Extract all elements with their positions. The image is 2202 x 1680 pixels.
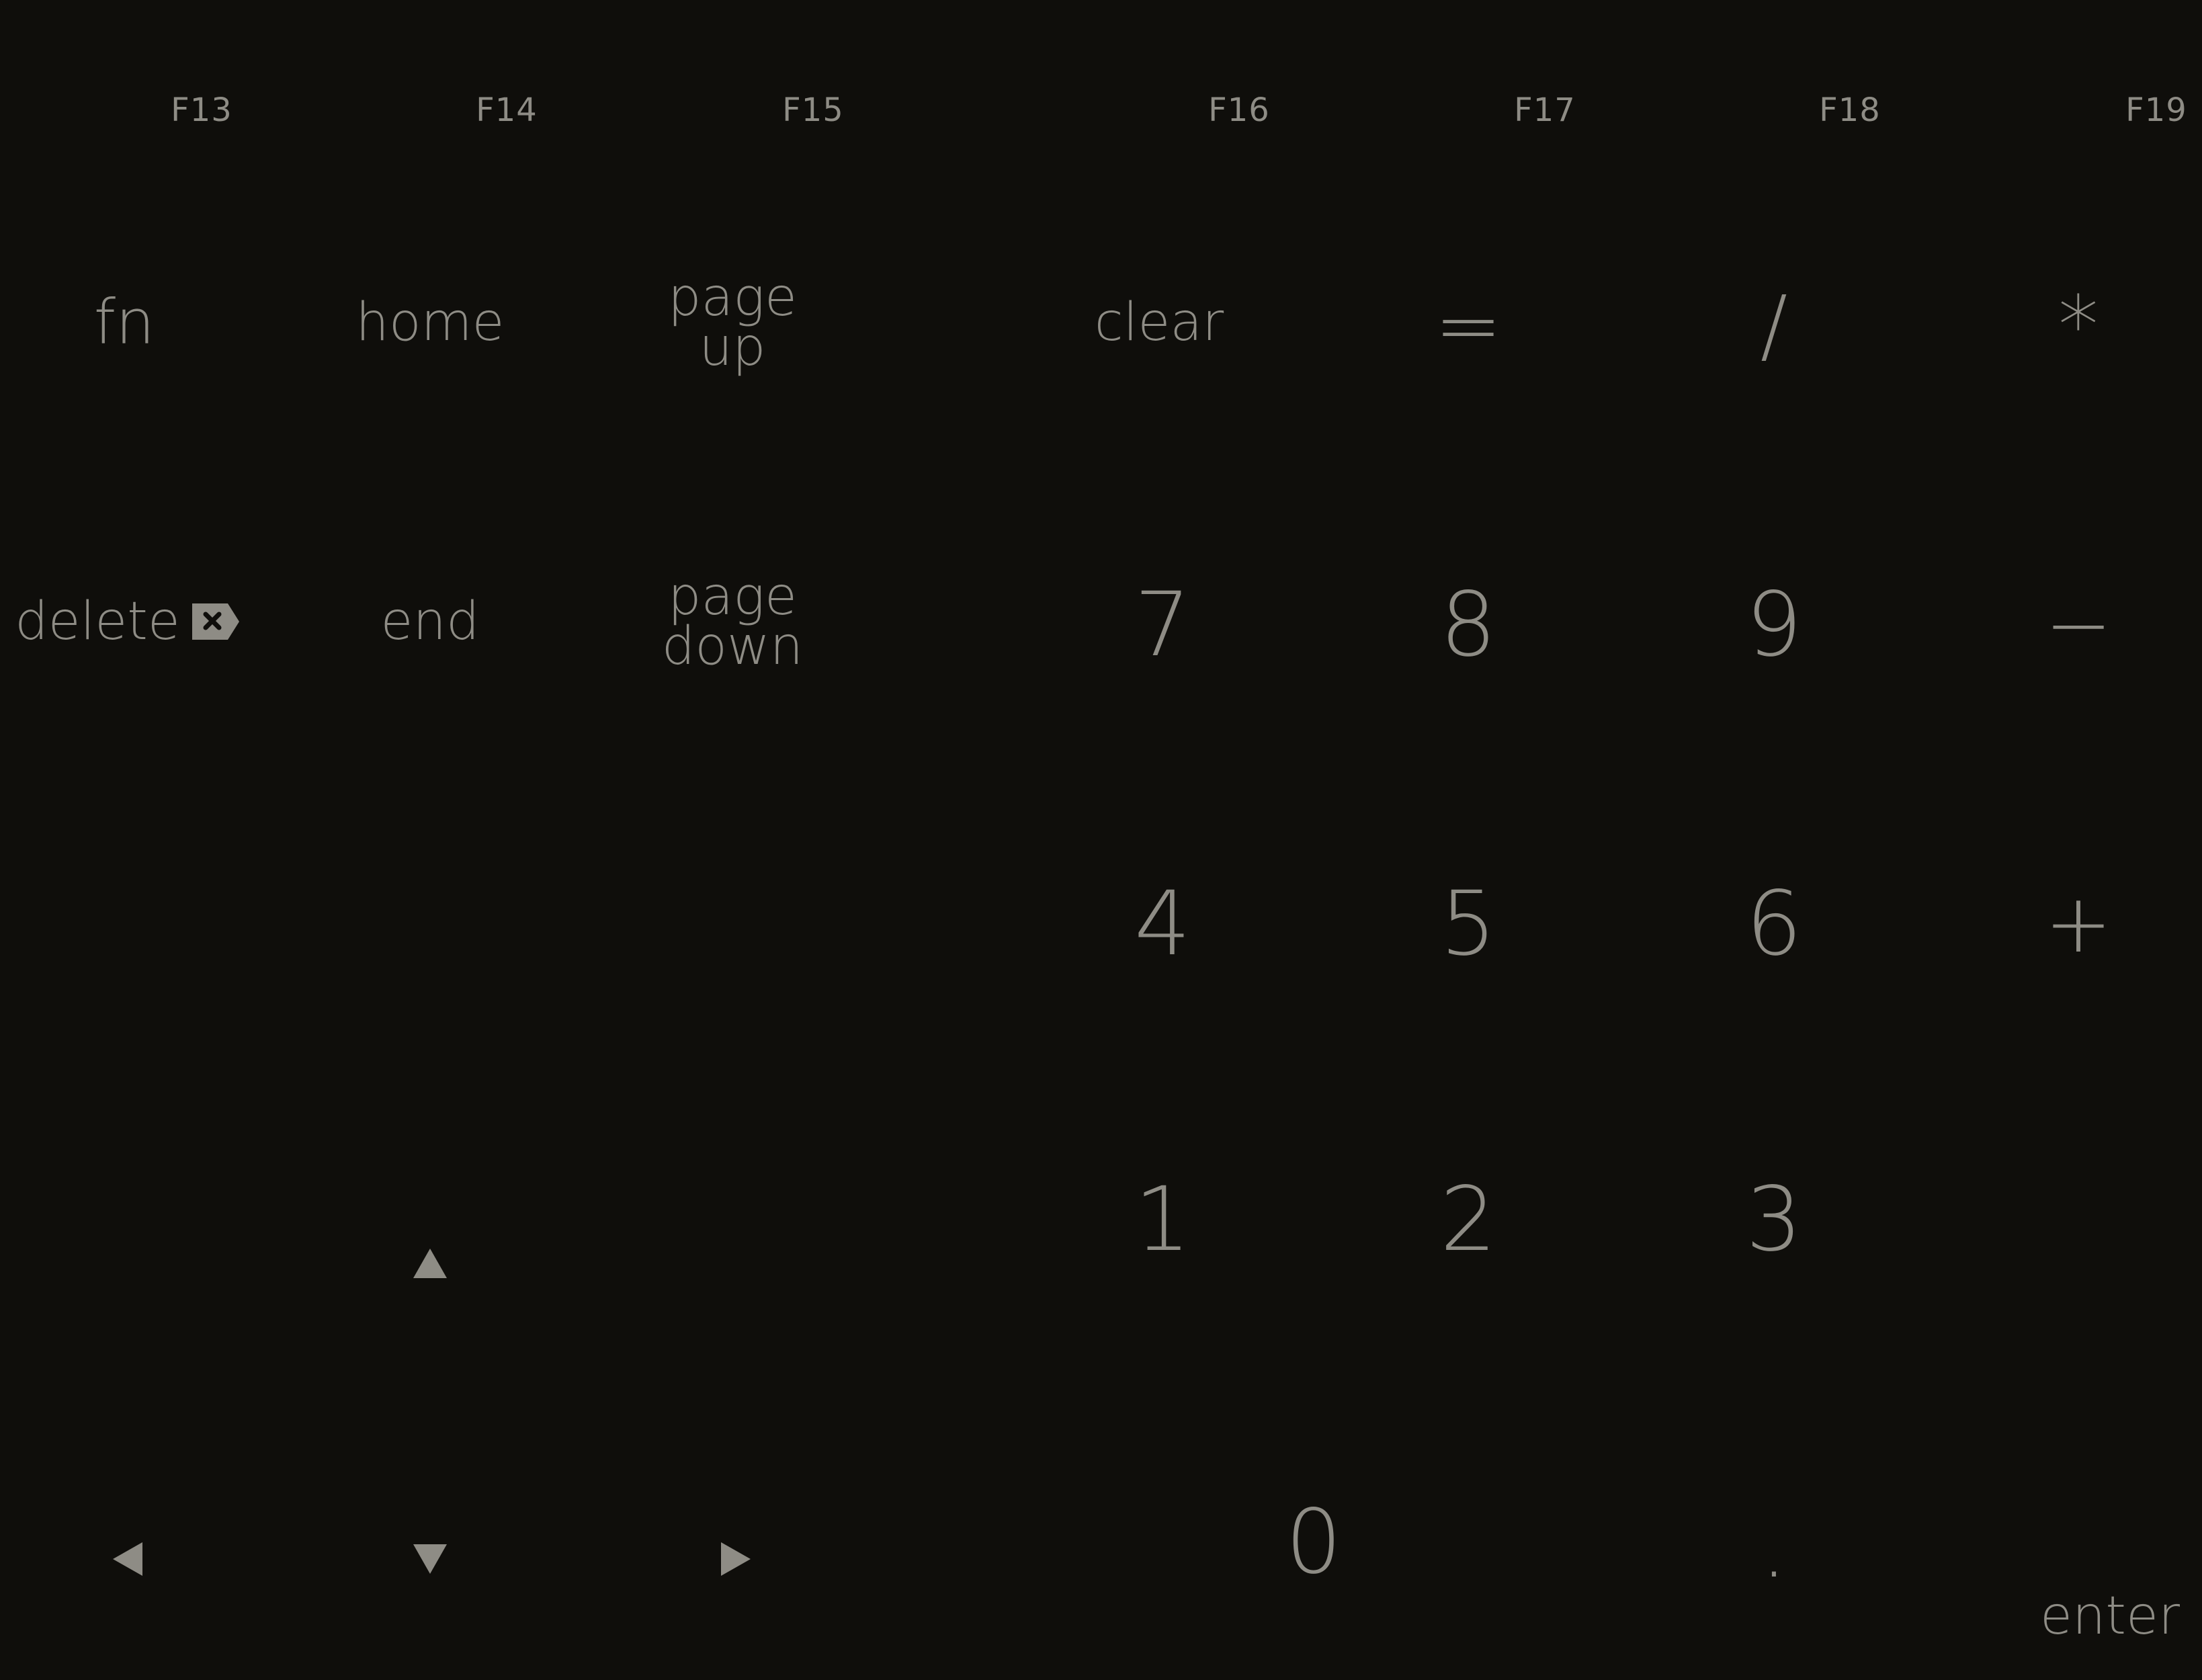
f13-key[interactable]: F13 xyxy=(134,83,269,137)
delete-forward-icon xyxy=(191,602,241,641)
page-down-key[interactable]: page down xyxy=(632,558,833,685)
arrow-right-key[interactable] xyxy=(702,1532,769,1586)
two-key[interactable]: 2 xyxy=(1398,1156,1539,1284)
arrow-up-icon xyxy=(413,1249,447,1278)
delete-key[interactable]: delete xyxy=(13,571,242,672)
equals-key[interactable]: = xyxy=(1398,276,1539,376)
arrow-left-key[interactable] xyxy=(94,1532,161,1586)
f18-key[interactable]: F18 xyxy=(1783,83,1917,137)
delete-key-content: delete xyxy=(15,591,241,652)
f14-key[interactable]: F14 xyxy=(439,83,574,137)
page-down-label-line2: down xyxy=(661,616,804,677)
five-key[interactable]: 5 xyxy=(1398,860,1539,988)
eight-key[interactable]: 8 xyxy=(1398,564,1539,685)
six-key[interactable]: 6 xyxy=(1703,860,1845,988)
arrow-down-icon xyxy=(413,1544,447,1574)
page-down-label: page down xyxy=(661,566,804,677)
clear-key[interactable]: clear xyxy=(1058,276,1260,370)
page-down-label-line1: page xyxy=(667,566,798,627)
page-up-label: page up xyxy=(667,267,798,378)
minus-key[interactable]: − xyxy=(2008,564,2149,685)
multiply-key[interactable]: * xyxy=(2008,276,2149,376)
fn-key[interactable]: fn xyxy=(57,276,192,370)
end-key[interactable]: end xyxy=(329,571,531,672)
seven-key[interactable]: 7 xyxy=(1092,564,1233,685)
arrow-up-key[interactable] xyxy=(396,1236,464,1290)
zero-key[interactable]: 0 xyxy=(1243,1478,1384,1606)
one-key[interactable]: 1 xyxy=(1092,1156,1233,1284)
home-key[interactable]: home xyxy=(329,276,531,370)
divide-key[interactable]: / xyxy=(1703,276,1845,376)
arrow-down-key[interactable] xyxy=(396,1532,464,1586)
arrow-right-icon xyxy=(721,1542,751,1576)
f19-key[interactable]: F19 xyxy=(2089,83,2202,137)
plus-key[interactable]: + xyxy=(2008,860,2149,988)
nine-key[interactable]: 9 xyxy=(1703,564,1845,685)
page-up-label-line1: page xyxy=(667,267,798,328)
three-key[interactable]: 3 xyxy=(1703,1156,1845,1284)
page-up-key[interactable]: page up xyxy=(632,262,833,383)
delete-label: delete xyxy=(15,591,180,652)
f15-key[interactable]: F15 xyxy=(746,83,880,137)
page-up-label-line2: up xyxy=(699,317,766,378)
four-key[interactable]: 4 xyxy=(1092,860,1233,988)
numeric-keypad: F13 F14 F15 F16 F17 F18 F19 fn home page… xyxy=(0,0,2202,1680)
enter-key[interactable]: enter xyxy=(2029,1572,2191,1660)
f17-key[interactable]: F17 xyxy=(1478,83,1612,137)
arrow-left-icon xyxy=(113,1542,142,1576)
decimal-key[interactable]: . xyxy=(1740,1503,1808,1596)
f16-key[interactable]: F16 xyxy=(1172,83,1306,137)
